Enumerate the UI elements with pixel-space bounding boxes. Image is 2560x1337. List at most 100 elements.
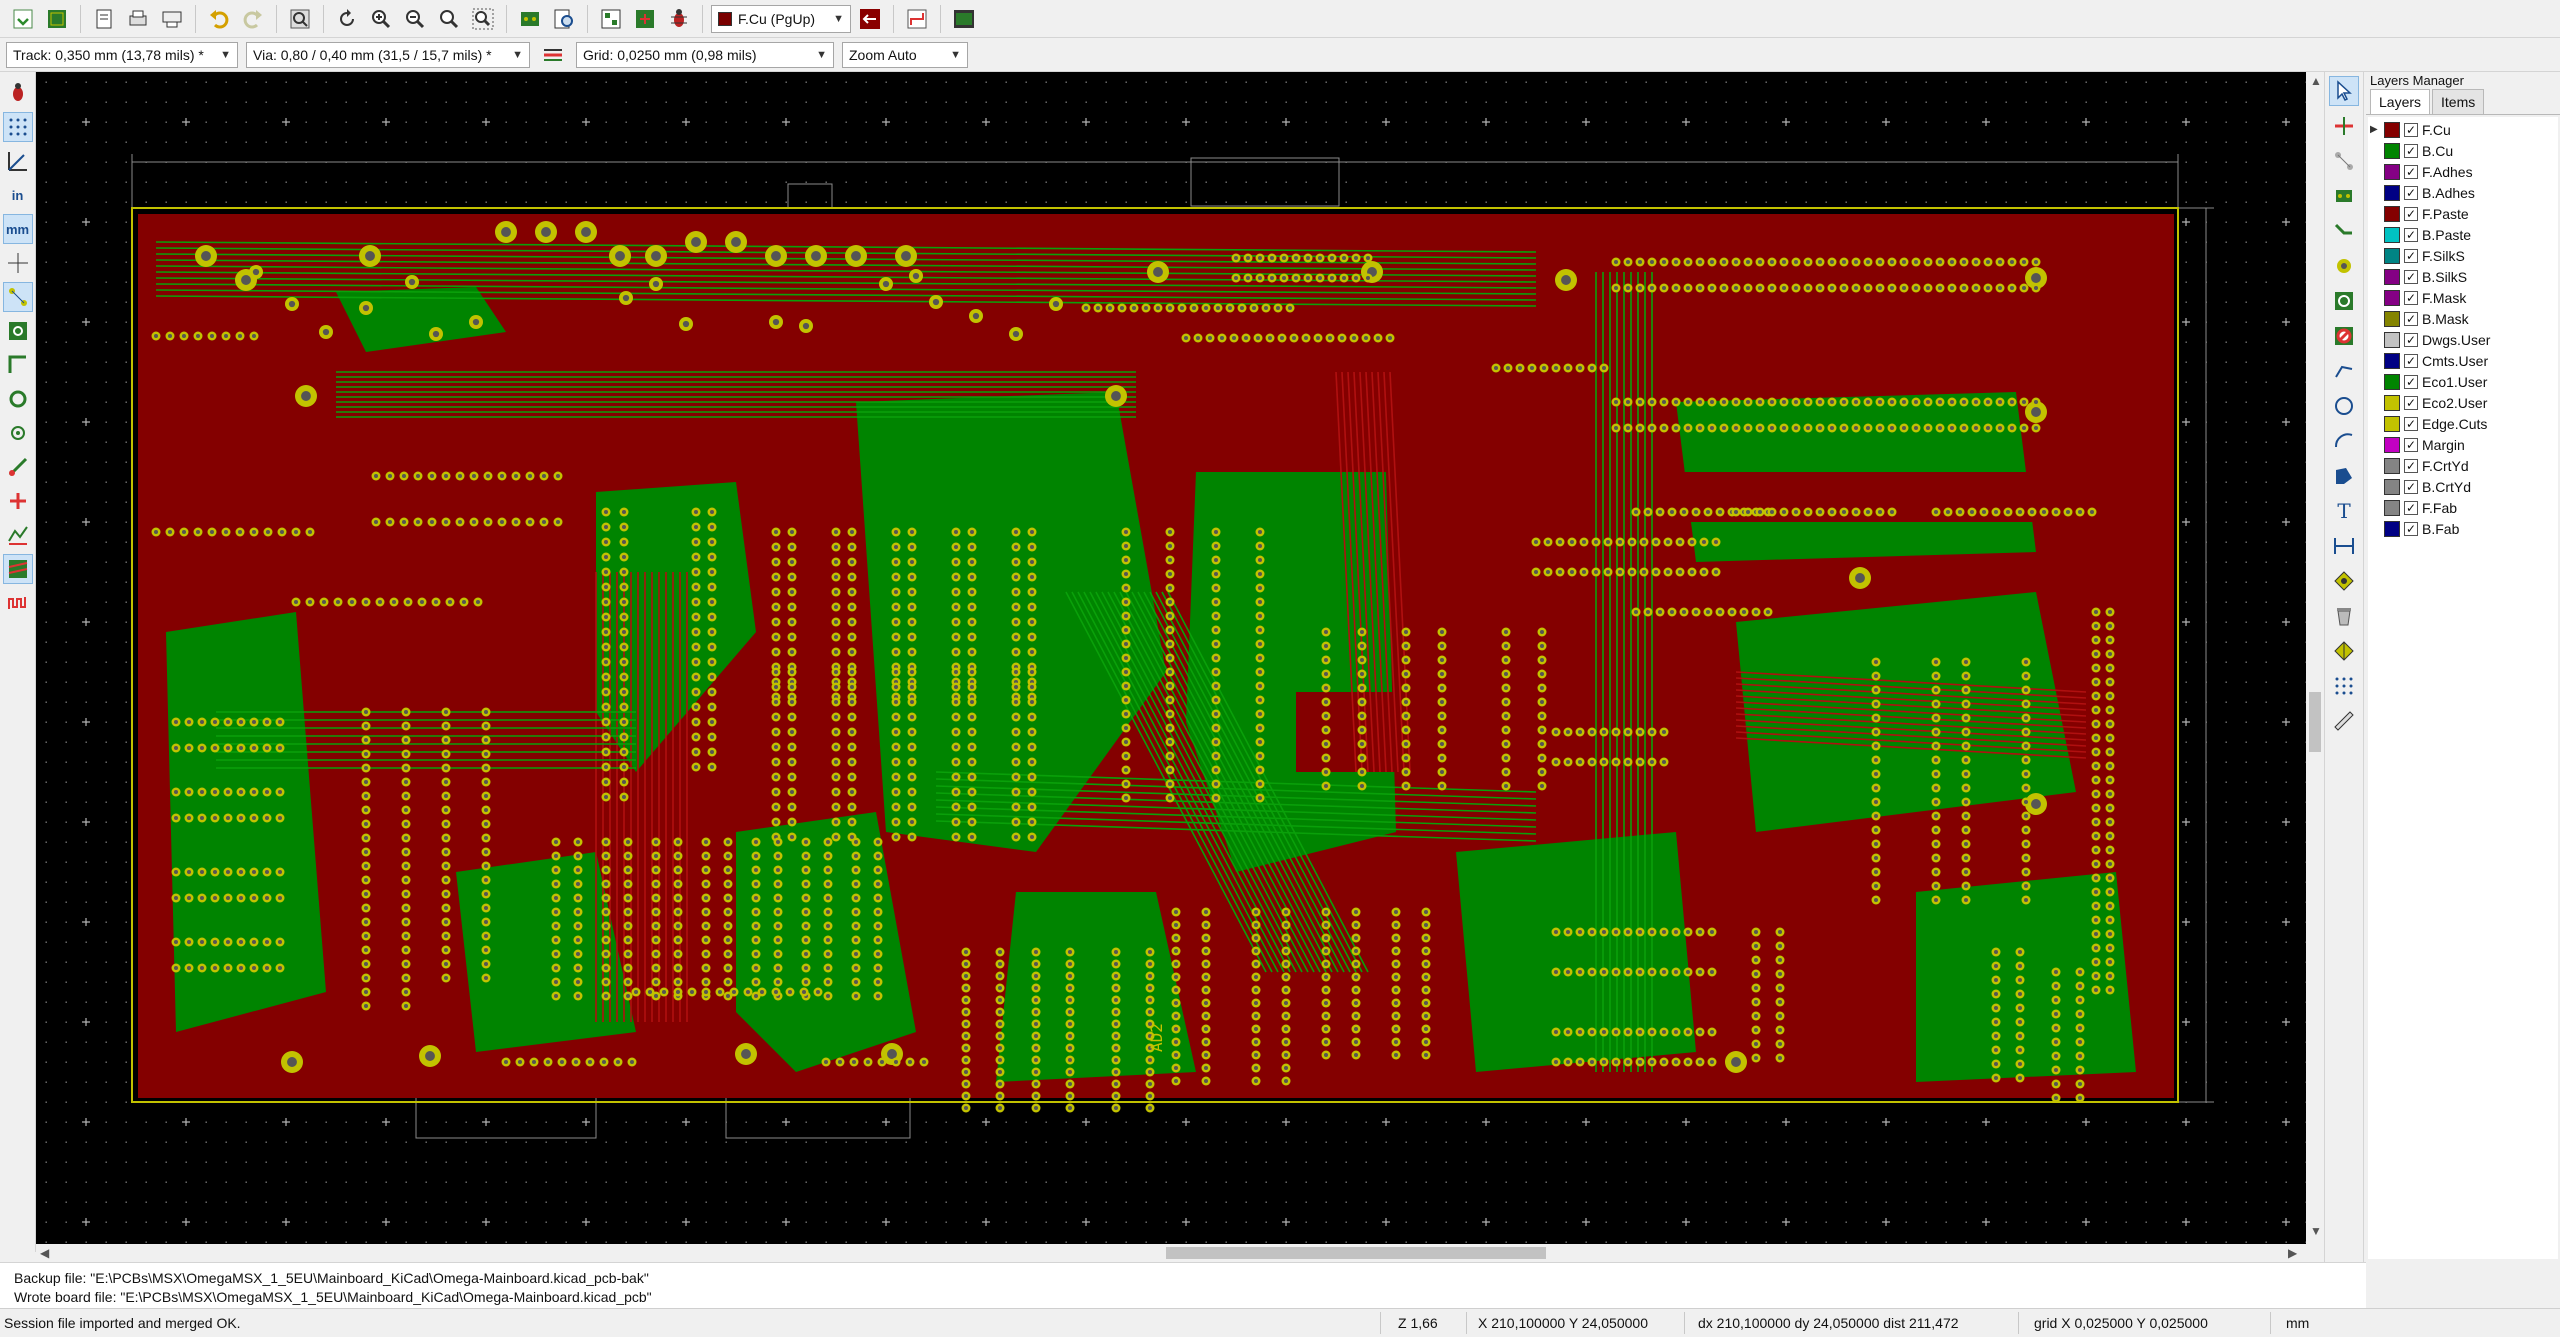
layer-visibility-checkbox[interactable]: ✓ (2404, 374, 2418, 389)
interactive-router-settings-icon[interactable] (902, 4, 932, 34)
layer-visibility-checkbox[interactable]: ✓ (2404, 290, 2418, 305)
select-arrow-icon[interactable] (2329, 76, 2359, 106)
layer-visibility-checkbox[interactable]: ✓ (2404, 395, 2418, 410)
layer-row[interactable]: ✓ F.Paste (2368, 203, 2558, 224)
ratsnest-icon[interactable] (2, 282, 33, 312)
scripting-console-icon[interactable] (949, 4, 979, 34)
layer-visibility-checkbox[interactable]: ✓ (2404, 185, 2418, 200)
layer-visibility-checkbox[interactable]: ✓ (2404, 500, 2418, 515)
layer-visibility-checkbox[interactable]: ✓ (2404, 353, 2418, 368)
auto-track-width-icon[interactable] (538, 40, 568, 70)
layer-color-swatch[interactable] (2384, 121, 2400, 138)
update-pcb-icon[interactable] (630, 4, 660, 34)
layer-row[interactable]: ✓ F.Mask (2368, 287, 2558, 308)
layer-color-swatch[interactable] (2384, 457, 2400, 474)
tab-items[interactable]: Items (2432, 89, 2485, 114)
add-circle-icon[interactable] (2329, 391, 2359, 421)
layer-visibility-checkbox[interactable]: ✓ (2404, 332, 2418, 347)
footprint-editor-icon[interactable] (515, 4, 545, 34)
units-inch-button[interactable]: in (3, 180, 33, 210)
local-ratsnest-icon[interactable] (2329, 146, 2359, 176)
vertical-scroll-thumb[interactable] (2309, 692, 2321, 752)
layer-color-swatch[interactable] (2384, 142, 2400, 159)
board-setup-icon[interactable] (42, 4, 72, 34)
layer-visibility-checkbox[interactable]: ✓ (2404, 416, 2418, 431)
layer-color-swatch[interactable] (2384, 436, 2400, 453)
add-line-icon[interactable] (2329, 356, 2359, 386)
save-board-icon[interactable] (8, 4, 38, 34)
tab-layers[interactable]: Layers (2370, 89, 2431, 114)
layer-visibility-checkbox[interactable]: ✓ (2404, 122, 2418, 137)
layer-row[interactable]: ✓ F.Fab (2368, 497, 2558, 518)
layer-row[interactable]: ✓ Cmts.User (2368, 350, 2558, 371)
set-origin-icon[interactable] (2329, 636, 2359, 666)
zone-outline-icon[interactable] (3, 350, 33, 380)
layer-visibility-checkbox[interactable]: ✓ (2404, 206, 2418, 221)
pad-sketch-icon[interactable] (3, 418, 33, 448)
layer-row[interactable]: ✓ Dwgs.User (2368, 329, 2558, 350)
find-icon[interactable] (285, 4, 315, 34)
layer-color-swatch[interactable] (2384, 352, 2400, 369)
add-arc-icon[interactable] (2329, 426, 2359, 456)
layer-color-swatch[interactable] (2384, 205, 2400, 222)
layer-row[interactable]: ✓ B.Paste (2368, 224, 2558, 245)
units-mm-button[interactable]: mm (2, 214, 33, 244)
via-size-select[interactable]: Via: 0,80 / 0,40 mm (31,5 / 15,7 mils) *… (246, 41, 530, 68)
layer-color-swatch[interactable] (2384, 247, 2400, 264)
via-sketch-icon[interactable] (3, 452, 33, 482)
layer-visibility-checkbox[interactable]: ✓ (2404, 437, 2418, 452)
plot-icon[interactable] (157, 4, 187, 34)
layer-visibility-checkbox[interactable]: ✓ (2404, 248, 2418, 263)
layer-visibility-checkbox[interactable]: ✓ (2404, 164, 2418, 179)
page-settings-icon[interactable] (89, 4, 119, 34)
grid-toggle-icon[interactable] (2, 112, 33, 142)
layer-pair-icon[interactable] (855, 4, 885, 34)
scroll-up-icon[interactable]: ▲ (2310, 74, 2322, 88)
layer-color-swatch[interactable] (2384, 268, 2400, 285)
add-keepout-icon[interactable] (2329, 321, 2359, 351)
layer-color-swatch[interactable] (2384, 163, 2400, 180)
add-dimension-icon[interactable] (2329, 531, 2359, 561)
scroll-left-icon[interactable]: ◀ (40, 1246, 49, 1260)
add-zone-icon[interactable] (2329, 286, 2359, 316)
footprint-viewer-icon[interactable] (549, 4, 579, 34)
route-track-icon[interactable] (2329, 216, 2359, 246)
layer-color-swatch[interactable] (2384, 520, 2400, 537)
grid-select[interactable]: Grid: 0,0250 mm (0,98 mils) ▼ (576, 41, 834, 68)
track-width-select[interactable]: Track: 0,350 mm (13,78 mils) * ▼ (6, 41, 238, 68)
layer-row[interactable]: ✓ B.Mask (2368, 308, 2558, 329)
polar-coords-icon[interactable] (3, 146, 33, 176)
layer-visibility-checkbox[interactable]: ✓ (2404, 269, 2418, 284)
drc-marker-icon[interactable] (3, 78, 33, 108)
layer-visibility-checkbox[interactable]: ✓ (2404, 458, 2418, 473)
layer-row[interactable]: ✓ Edge.Cuts (2368, 413, 2558, 434)
layer-visibility-checkbox[interactable]: ✓ (2404, 479, 2418, 494)
layer-row[interactable]: ✓ F.Adhes (2368, 161, 2558, 182)
layer-color-swatch[interactable] (2384, 373, 2400, 390)
layer-color-swatch[interactable] (2384, 184, 2400, 201)
layer-color-swatch[interactable] (2384, 415, 2400, 432)
add-text-icon[interactable]: T (2329, 496, 2359, 526)
undo-icon[interactable] (204, 4, 234, 34)
scroll-down-icon[interactable]: ▼ (2310, 1224, 2322, 1238)
delete-tool-icon[interactable] (2329, 601, 2359, 631)
track-sketch-icon[interactable] (3, 486, 33, 516)
layer-color-swatch[interactable] (2384, 331, 2400, 348)
layer-row[interactable]: ✓ F.SilkS (2368, 245, 2558, 266)
print-icon[interactable] (123, 4, 153, 34)
grid-origin-icon[interactable] (2329, 671, 2359, 701)
cursor-shape-icon[interactable] (3, 248, 33, 278)
add-via-icon[interactable] (2329, 251, 2359, 281)
layer-visibility-checkbox[interactable]: ✓ (2404, 311, 2418, 326)
redo-icon[interactable] (238, 4, 268, 34)
redraw-icon[interactable] (332, 4, 362, 34)
active-layer-select[interactable]: F.Cu (PgUp) ▼ (711, 4, 851, 33)
layer-row[interactable]: ✓ B.SilkS (2368, 266, 2558, 287)
layer-color-swatch[interactable] (2384, 394, 2400, 411)
zoom-selection-icon[interactable] (468, 4, 498, 34)
zoom-fit-icon[interactable] (434, 4, 464, 34)
zone-fill-icon[interactable] (3, 316, 33, 346)
layers-manager-toggle-icon[interactable] (2, 554, 33, 584)
zoom-in-icon[interactable] (366, 4, 396, 34)
zoom-select[interactable]: Zoom Auto ▼ (842, 41, 968, 68)
